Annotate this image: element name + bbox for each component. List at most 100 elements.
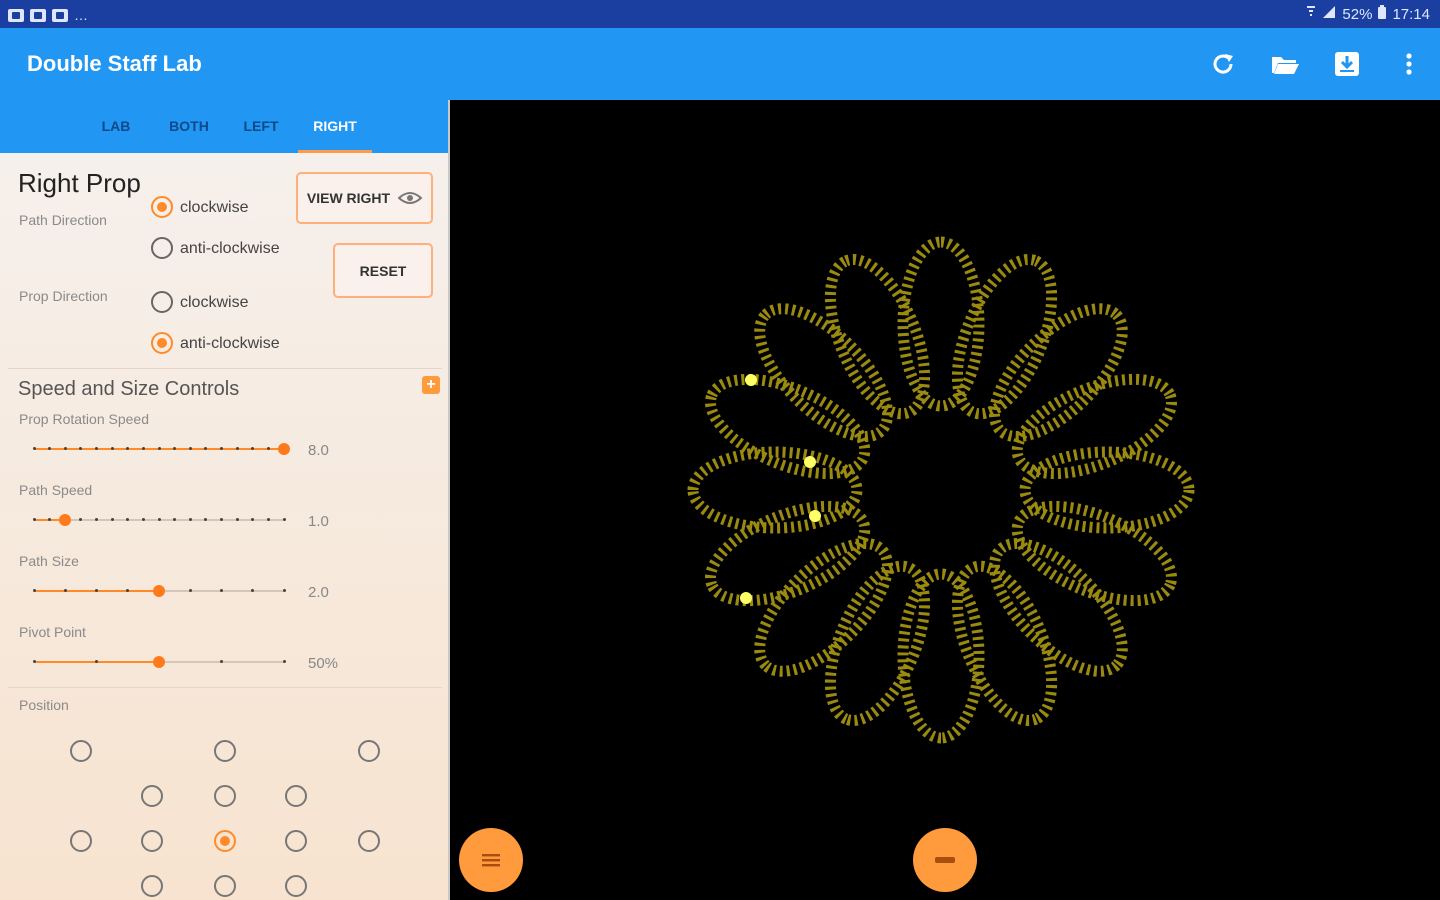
divider [8, 368, 442, 369]
prop-path-visualization [687, 236, 1195, 744]
path-direction-clockwise-radio[interactable] [151, 196, 173, 218]
notification-icons: … [8, 7, 89, 23]
position-radio[interactable] [214, 785, 236, 807]
slider-label: Path Size [19, 553, 79, 569]
position-radio[interactable] [214, 875, 236, 897]
position-radio[interactable] [214, 740, 236, 762]
prop-rotation-speed-value: 8.0 [308, 442, 329, 459]
prop-head-marker [745, 374, 757, 386]
petal-loop [754, 537, 894, 677]
app-title: Double Staff Lab [27, 51, 202, 76]
slider-thumb[interactable] [153, 585, 165, 597]
eye-icon [398, 192, 423, 204]
prop-direction-anticlockwise-radio[interactable] [151, 332, 173, 354]
slider-tick [63, 589, 67, 592]
slider-tick [282, 589, 286, 592]
wifi-icon [1306, 5, 1316, 23]
petal-loop [754, 303, 894, 443]
prop-direction-label: Prop Direction [19, 288, 108, 304]
prop-direction-clockwise-radio[interactable] [151, 291, 173, 313]
petal-loop [988, 303, 1128, 443]
slider-tick [188, 447, 192, 450]
slider-tick [95, 660, 98, 663]
path-size-value: 2.0 [308, 584, 329, 601]
position-radio[interactable] [70, 830, 92, 852]
position-radio[interactable] [70, 740, 92, 762]
tab-right[interactable]: RIGHT [298, 100, 372, 153]
slider-tick [63, 447, 67, 450]
path-direction-anticlockwise-label: anti-clockwise [180, 240, 280, 257]
tab-both[interactable]: BOTH [158, 100, 220, 153]
slider-tick [220, 447, 223, 450]
reset-button[interactable]: RESET [333, 243, 433, 298]
view-right-button[interactable]: VIEW RIGHT [296, 172, 433, 224]
expand-icon[interactable]: + [422, 376, 440, 394]
more-options-button[interactable] [1378, 28, 1440, 100]
app-bar: Double Staff Lab [0, 28, 1440, 100]
prop-direction-clockwise-label: clockwise [180, 294, 249, 311]
more-vert-icon [1406, 53, 1412, 75]
slider-tick [188, 518, 192, 521]
slider-thumb[interactable] [278, 443, 290, 455]
slider-tick [32, 447, 36, 450]
slider-tick [235, 518, 239, 521]
clock: 17:14 [1392, 5, 1430, 23]
battery-percent: 52% [1342, 5, 1373, 23]
open-button[interactable] [1254, 28, 1316, 100]
system-indicators: 52% 17:14 [1306, 5, 1430, 23]
prop-title: Right Prop [18, 168, 141, 198]
slider-tick [95, 447, 98, 450]
tab-left[interactable]: LEFT [232, 100, 290, 153]
position-radio[interactable] [214, 830, 236, 852]
position-radio[interactable] [358, 740, 380, 762]
view-right-label: VIEW RIGHT [306, 190, 391, 206]
slider-tick [32, 660, 36, 663]
slider-tick [282, 518, 286, 521]
minus-fab[interactable] [913, 828, 977, 892]
slider-tick [266, 518, 270, 521]
position-radio[interactable] [358, 830, 380, 852]
path-direction-label: Path Direction [19, 212, 107, 228]
save-button[interactable] [1316, 28, 1378, 100]
slider-tick [141, 447, 145, 450]
slider-tick [32, 518, 36, 521]
menu-fab[interactable] [459, 828, 523, 892]
slider-tick [157, 447, 161, 450]
pivot-point-slider[interactable] [32, 652, 286, 672]
battery-icon [1378, 5, 1387, 23]
tab-bar: LAB BOTH LEFT RIGHT [0, 100, 448, 153]
position-label: Position [19, 697, 69, 713]
app-bar-actions [1192, 28, 1440, 100]
refresh-button[interactable] [1192, 28, 1254, 100]
status-bar: … 52% 17:14 [0, 0, 1440, 28]
minus-icon [935, 857, 955, 863]
prop-rotation-speed-slider[interactable] [32, 439, 290, 459]
slider-tick [220, 589, 223, 592]
slider-thumb[interactable] [153, 656, 165, 668]
slider-tick [220, 518, 223, 521]
slider-tick [188, 589, 192, 592]
petal-loop [988, 537, 1128, 677]
slider-tick [220, 660, 223, 663]
signal-icon [1322, 5, 1336, 23]
petal-loop [1011, 373, 1178, 480]
position-radio[interactable] [285, 875, 307, 897]
slider-tick [110, 518, 114, 521]
reset-label: RESET [359, 262, 407, 279]
path-size-slider[interactable] [32, 581, 286, 601]
tab-lab[interactable]: LAB [86, 100, 146, 153]
prop-head-marker [740, 592, 752, 604]
open-folder-icon [1272, 57, 1299, 74]
position-radio[interactable] [285, 785, 307, 807]
position-radio[interactable] [141, 875, 163, 897]
slider-thumb[interactable] [59, 514, 72, 526]
position-radio[interactable] [141, 830, 163, 852]
position-radio[interactable] [285, 830, 307, 852]
position-radio[interactable] [141, 785, 163, 807]
menu-icon [482, 854, 500, 867]
prop-head-marker [809, 510, 821, 522]
visualization-canvas[interactable] [452, 100, 1440, 900]
path-speed-value: 1.0 [308, 513, 329, 530]
path-speed-slider[interactable] [32, 510, 286, 530]
path-direction-anticlockwise-radio[interactable] [151, 237, 173, 259]
